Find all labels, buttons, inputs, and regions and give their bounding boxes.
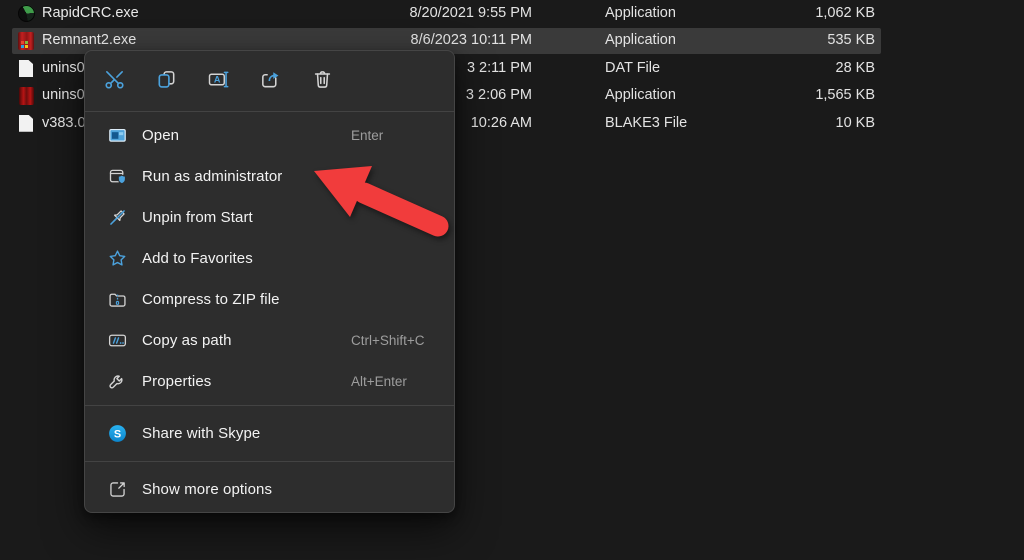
context-menu: A Open Enter Run as administrator Unpin f… <box>84 50 455 513</box>
menu-item-label: Show more options <box>142 481 273 498</box>
rename-icon: A <box>207 68 230 94</box>
menu-item-label: Copy as path <box>142 332 232 349</box>
menu-item-show-more-options[interactable]: Show more options <box>85 469 454 510</box>
menu-item-label: Unpin from Start <box>142 209 253 226</box>
svg-text:A: A <box>214 75 221 85</box>
context-menu-icon-bar: A <box>85 51 454 111</box>
menu-item-properties[interactable]: Properties Alt+Enter <box>85 361 454 402</box>
menu-item-shortcut: Enter <box>351 128 384 143</box>
menu-item-label: Open <box>142 127 180 144</box>
file-size: 535 KB <box>827 32 875 49</box>
menu-item-shortcut: Alt+Enter <box>351 374 407 389</box>
installer-app-icon <box>16 82 36 109</box>
cut-button[interactable] <box>102 69 127 94</box>
file-size: 1,565 KB <box>815 87 875 104</box>
properties-wrench-icon <box>107 371 128 392</box>
copy-button[interactable] <box>154 69 179 94</box>
file-size: 1,062 KB <box>815 5 875 21</box>
menu-item-open[interactable]: Open Enter <box>85 115 454 156</box>
menu-item-label: Compress to ZIP file <box>142 291 280 308</box>
rename-button[interactable]: A <box>206 69 231 94</box>
menu-item-copy-as-path[interactable]: Copy as path Ctrl+Shift+C <box>85 320 454 361</box>
menu-section-main: Open Enter Run as administrator Unpin fro… <box>85 112 454 405</box>
file-row-rapidcrc-exe-0[interactable]: RapidCRC.exe 8/20/2021 9:55 PM Application… <box>0 0 881 27</box>
menu-item-share-with-skype[interactable]: S Share with Skype <box>85 413 454 454</box>
menu-item-unpin-from-start[interactable]: Unpin from Start <box>85 197 454 238</box>
file-name: RapidCRC.exe <box>42 5 139 21</box>
menu-section-share: S Share with Skype <box>85 406 454 461</box>
menu-item-label: Add to Favorites <box>142 250 253 267</box>
copy-path-icon <box>107 330 128 351</box>
document-icon <box>16 55 36 82</box>
menu-item-label: Properties <box>142 373 212 390</box>
copy-icon <box>155 68 178 94</box>
menu-section-footer: Show more options <box>85 462 454 512</box>
menu-item-add-to-favorites[interactable]: Add to Favorites <box>85 238 454 279</box>
document-icon <box>16 110 36 137</box>
delete-button[interactable] <box>310 69 335 94</box>
cut-icon <box>103 68 126 94</box>
share-icon <box>259 68 282 94</box>
menu-item-compress-to-zip-file[interactable]: Compress to ZIP file <box>85 279 454 320</box>
skype-icon: S <box>107 423 128 444</box>
menu-item-label: Run as administrator <box>142 168 283 185</box>
remnant2-app-icon <box>16 27 36 54</box>
file-size: 10 KB <box>835 114 876 131</box>
svg-text:S: S <box>114 428 121 440</box>
share-button[interactable] <box>258 69 283 94</box>
file-size: 28 KB <box>835 59 876 76</box>
open-icon <box>107 125 128 146</box>
unpin-icon <box>107 207 128 228</box>
menu-item-shortcut: Ctrl+Shift+C <box>351 333 425 348</box>
rapidcrc-app-icon <box>16 0 36 27</box>
show-more-options-icon <box>107 479 128 500</box>
favorites-star-icon <box>107 248 128 269</box>
date-modified: 8/20/2021 9:55 PM <box>409 5 532 21</box>
trash-icon <box>311 68 334 94</box>
zip-folder-icon <box>107 289 128 310</box>
run-as-admin-icon <box>107 166 128 187</box>
menu-item-run-as-administrator[interactable]: Run as administrator <box>85 156 454 197</box>
menu-item-label: Share with Skype <box>142 425 261 442</box>
